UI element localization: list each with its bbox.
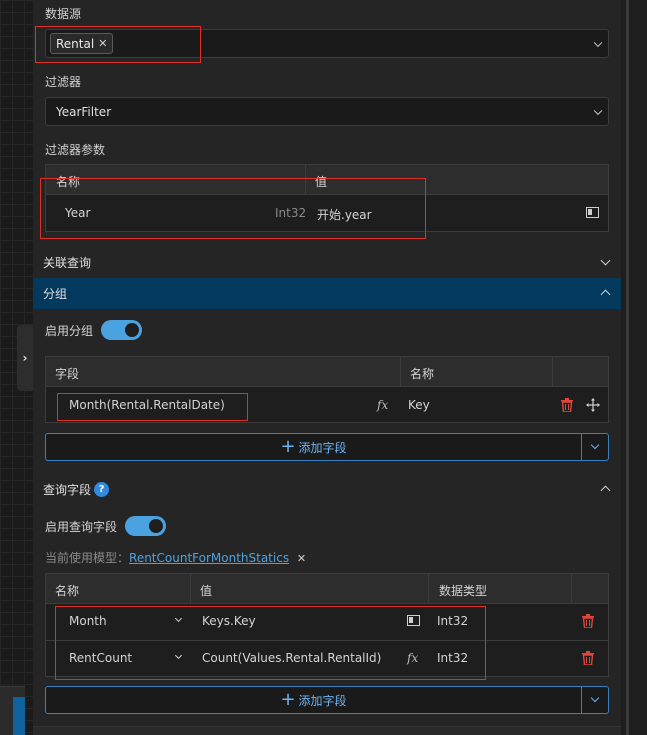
column-divider <box>305 165 306 195</box>
expand-chevron: › <box>22 351 28 365</box>
chevron-down-icon <box>593 38 603 47</box>
section-join[interactable]: 关联查询 <box>33 247 621 278</box>
delete-icon[interactable] <box>561 398 573 412</box>
section-group[interactable]: 分组 <box>33 278 621 309</box>
section-join-title: 关联查询 <box>43 256 92 270</box>
current-model-link[interactable]: RentCountForMonthStatics <box>129 551 289 565</box>
query-add-field-label: 添加字段 <box>298 693 347 708</box>
current-model: 当前使用模型：RentCountForMonthStatics ✕ <box>45 549 306 566</box>
datasource-tag-label: Rental <box>56 36 95 51</box>
filter-params-table: 名称 值 Year Int32 开始.year <box>45 164 609 232</box>
query-row-value[interactable]: Keys.Key <box>202 614 256 628</box>
group-enable-label: 启用分组 <box>45 324 94 338</box>
datasource-select[interactable] <box>45 29 609 58</box>
chevron-down-icon <box>590 440 600 450</box>
table-header <box>46 574 608 604</box>
chevron-down-icon[interactable] <box>174 651 183 660</box>
current-model-prefix: 当前使用模型： <box>45 551 130 565</box>
group-field-input[interactable]: Month(Rental.RentalDate) <box>69 398 225 412</box>
column-divider <box>190 574 191 604</box>
variable-icon[interactable] <box>586 207 599 218</box>
column-header-value: 值 <box>315 175 328 189</box>
plus-icon: + <box>280 436 296 457</box>
row-divider <box>46 640 608 641</box>
next-section-edge <box>33 726 621 735</box>
delete-icon[interactable] <box>582 651 594 665</box>
filter-label: 过滤器 <box>45 75 82 89</box>
right-gutter <box>621 0 647 735</box>
canvas-node[interactable] <box>0 686 25 735</box>
filter-select-value: YearFilter <box>56 104 112 119</box>
expand-panel-icon[interactable]: › <box>17 325 33 391</box>
chevron-down-icon <box>600 255 611 266</box>
datasource-tag[interactable]: Rental ✕ <box>50 33 114 54</box>
plus-icon: + <box>280 689 296 710</box>
query-fields-table: 名称 值 数据类型 Month Keys.Key Int32 RentCount… <box>45 573 609 677</box>
help-icon[interactable]: ? <box>94 482 109 497</box>
toggle-knob <box>125 323 139 337</box>
delete-icon[interactable] <box>582 614 594 628</box>
column-header-name: 名称 <box>410 367 435 381</box>
group-table: 字段 名称 Month(Rental.RentalDate) fx Key <box>45 356 609 423</box>
param-value-input[interactable]: 开始.year <box>317 206 372 223</box>
close-icon[interactable]: ✕ <box>297 552 306 565</box>
query-add-field-dropdown[interactable] <box>581 686 609 714</box>
scrollbar[interactable] <box>626 0 629 735</box>
group-enable-toggle[interactable] <box>101 320 142 340</box>
group-add-field-dropdown[interactable] <box>581 433 609 461</box>
section-group-title: 分组 <box>43 287 68 301</box>
column-header-value: 值 <box>200 584 213 598</box>
param-name: Year <box>65 206 91 220</box>
column-divider <box>400 357 401 387</box>
param-type: Int32 <box>275 206 307 220</box>
canvas-node-accent <box>13 697 25 735</box>
section-query-fields-title: 查询字段 <box>43 483 92 497</box>
datasource-label: 数据源 <box>45 7 82 21</box>
filter-params-label: 过滤器参数 <box>45 143 106 157</box>
query-enable-toggle[interactable] <box>125 516 166 536</box>
column-header-field: 字段 <box>55 367 80 381</box>
chevron-up-icon <box>600 289 611 300</box>
variable-icon[interactable] <box>407 615 420 626</box>
close-icon[interactable]: ✕ <box>98 37 107 50</box>
chevron-down-icon[interactable] <box>174 614 183 623</box>
query-row-value[interactable]: Count(Values.Rental.RentalId) <box>202 651 381 665</box>
query-row-type: Int32 <box>437 614 469 628</box>
chevron-down-icon <box>590 693 600 703</box>
column-header-name: 名称 <box>55 584 80 598</box>
query-row-name[interactable]: RentCount <box>69 651 132 665</box>
group-add-field-button[interactable]: + 添加字段 <box>45 433 582 461</box>
group-add-field-label: 添加字段 <box>298 440 347 455</box>
section-query-fields[interactable]: 查询字段 ? <box>33 474 621 505</box>
column-header-type: 数据类型 <box>439 584 488 598</box>
filter-select[interactable]: YearFilter <box>45 97 609 126</box>
fx-icon[interactable]: fx <box>407 651 418 665</box>
query-row-name[interactable]: Month <box>69 614 107 628</box>
fx-icon[interactable]: fx <box>377 398 388 412</box>
query-row-type: Int32 <box>437 651 469 665</box>
group-name-input[interactable]: Key <box>408 398 430 412</box>
move-icon[interactable] <box>586 398 600 412</box>
table-header <box>46 357 608 387</box>
column-divider <box>571 574 572 604</box>
query-enable-label: 启用查询字段 <box>45 520 118 534</box>
chevron-up-icon <box>600 485 611 496</box>
column-divider <box>552 357 553 387</box>
chevron-down-icon <box>593 106 603 115</box>
column-divider <box>428 574 429 604</box>
column-header-name: 名称 <box>56 175 81 189</box>
query-add-field-button[interactable]: + 添加字段 <box>45 686 582 714</box>
toggle-knob <box>149 519 163 533</box>
